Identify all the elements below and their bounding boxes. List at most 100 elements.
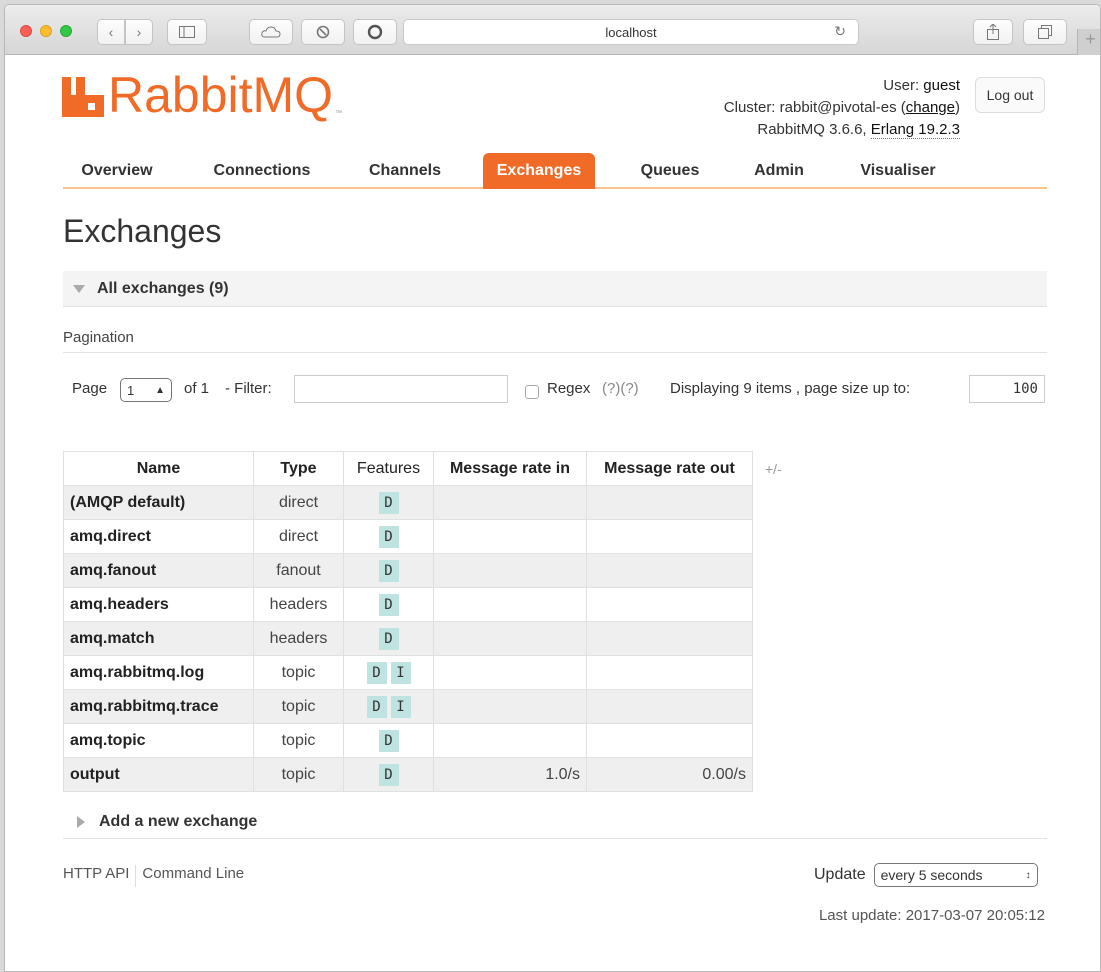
table-row[interactable]: amq.rabbitmq.log topic D I [63,655,753,690]
table-row[interactable]: amq.match headers D [63,621,753,656]
column-header-features: Features [343,451,434,486]
page-select[interactable]: 1 ▲︎ [120,378,172,402]
message-rate-out [586,655,753,690]
message-rate-out [586,723,753,758]
add-exchange-title: Add a new exchange [99,812,258,830]
exchange-features: D [343,621,434,656]
exchange-name[interactable]: amq.rabbitmq.trace [63,689,254,724]
table-body: (AMQP default) direct Damq.direct direct Dam… [63,485,753,792]
exchange-type: direct [253,519,344,554]
exchange-name[interactable]: amq.rabbitmq.log [63,655,254,690]
logout-button[interactable]: Log out [975,77,1045,113]
add-exchange-section-header[interactable]: Add a new exchange [63,805,1047,839]
page-count: of 1 [184,380,210,397]
browser-window: ‹ › localhost ↻ + RabbitMQ ™ User: guest… [4,4,1101,972]
table-row[interactable]: amq.direct direct D [63,519,753,554]
pagination-controls: Page 1 ▲︎ of 1 - Filter: Regex (?)(?) Di… [67,375,1047,407]
message-rate-in [433,485,587,520]
exchange-type: topic [253,689,344,724]
command-line-link[interactable]: Command Line [142,865,244,887]
exchange-name[interactable]: (AMQP default) [63,485,254,520]
table-row[interactable]: amq.rabbitmq.trace topic D I [63,689,753,724]
cluster-name: rabbit@pivotal-es [779,99,897,116]
back-button[interactable]: ‹ [97,19,125,45]
reload-icon[interactable]: ↻ [834,23,846,40]
page-size-input[interactable]: 100 [969,375,1045,403]
exchange-name[interactable]: amq.fanout [63,553,254,588]
tab-queues[interactable]: Queues [623,153,717,189]
regex-checkbox[interactable] [525,385,539,399]
sync-icon [316,25,330,39]
update-interval-select[interactable]: every 5 seconds ↕ [873,863,1038,887]
tab-exchanges[interactable]: Exchanges [483,153,595,189]
minimize-window-button[interactable] [40,25,52,37]
column-header-rate-in[interactable]: Message rate in [433,451,587,486]
column-toggle[interactable]: +/- [765,461,782,477]
exchange-name[interactable]: amq.topic [63,723,254,758]
filter-input[interactable] [294,375,508,403]
address-bar[interactable]: localhost ↻ [403,19,859,45]
address-text: localhost [605,24,657,40]
exchange-features: D [343,587,434,622]
column-header-name[interactable]: Name [63,451,254,486]
exchange-features: D [343,757,434,792]
column-header-rate-out[interactable]: Message rate out [586,451,753,486]
tabs-overview-button[interactable] [1023,19,1067,45]
column-header-type[interactable]: Type [253,451,344,486]
table-row[interactable]: amq.topic topic D [63,723,753,758]
regex-label: Regex [547,380,591,397]
message-rate-in: 1.0/s [433,757,587,792]
extension-button[interactable] [301,19,345,45]
filter-label: - Filter: [225,380,272,397]
forward-button[interactable]: › [125,19,153,45]
main-nav: Overview Connections Channels Exchanges … [63,153,1047,189]
exchange-features: DI [343,655,434,690]
pagination-label: Pagination [63,329,1047,353]
erlang-version[interactable]: Erlang 19.2.3 [870,121,960,139]
message-rate-out [586,519,753,554]
feature-badge: D [378,559,399,582]
message-rate-in [433,519,587,554]
exchange-name[interactable]: output [63,757,254,792]
message-rate-in [433,723,587,758]
rabbitmq-version: RabbitMQ 3.6.6, [757,121,867,138]
tab-admin[interactable]: Admin [739,153,819,189]
http-api-link[interactable]: HTTP API [63,865,129,887]
share-button[interactable] [973,19,1013,45]
update-label: Update [814,866,866,883]
icloud-tabs-button[interactable] [249,19,293,45]
table-row[interactable]: (AMQP default) direct D [63,485,753,520]
last-update-text: Last update: 2017-03-07 20:05:12 [818,907,1045,924]
feature-badge: D [378,729,399,752]
table-row[interactable]: amq.fanout fanout D [63,553,753,588]
tab-overview[interactable]: Overview [63,153,171,189]
exchange-type: headers [253,621,344,656]
close-window-button[interactable] [20,25,32,37]
update-interval-value: every 5 seconds [880,867,983,883]
table-row[interactable]: output topic D 1.0/s 0.00/s [63,757,753,792]
new-tab-button[interactable]: + [1077,29,1100,55]
cluster-label: Cluster: [723,99,776,116]
zoom-window-button[interactable] [60,25,72,37]
regex-help-links[interactable]: (?)(?) [602,380,639,397]
record-button[interactable] [353,19,397,45]
exchange-name[interactable]: amq.headers [63,587,254,622]
cluster-line: Cluster: rabbit@pivotal-es (change) [723,99,960,116]
update-control: Update every 5 seconds ↕ [814,863,1038,887]
tab-connections[interactable]: Connections [195,153,329,189]
exchange-features: D [343,553,434,588]
change-cluster-link[interactable]: change [906,99,955,116]
browser-toolbar: ‹ › localhost ↻ + [5,5,1100,55]
tab-channels[interactable]: Channels [353,153,457,189]
exchange-name[interactable]: amq.direct [63,519,254,554]
footer-divider [135,865,137,887]
logo-wordmark: RabbitMQ [108,67,334,123]
sidebar-button[interactable] [167,19,207,45]
exchange-name[interactable]: amq.match [63,621,254,656]
rabbitmq-logo[interactable]: RabbitMQ ™ [62,67,342,123]
table-row[interactable]: amq.headers headers D [63,587,753,622]
all-exchanges-section-header[interactable]: All exchanges (9) [63,271,1047,307]
tab-visualiser[interactable]: Visualiser [843,153,953,189]
updown-chevron-icon: ↕ [1025,869,1031,881]
message-rate-out [586,485,753,520]
